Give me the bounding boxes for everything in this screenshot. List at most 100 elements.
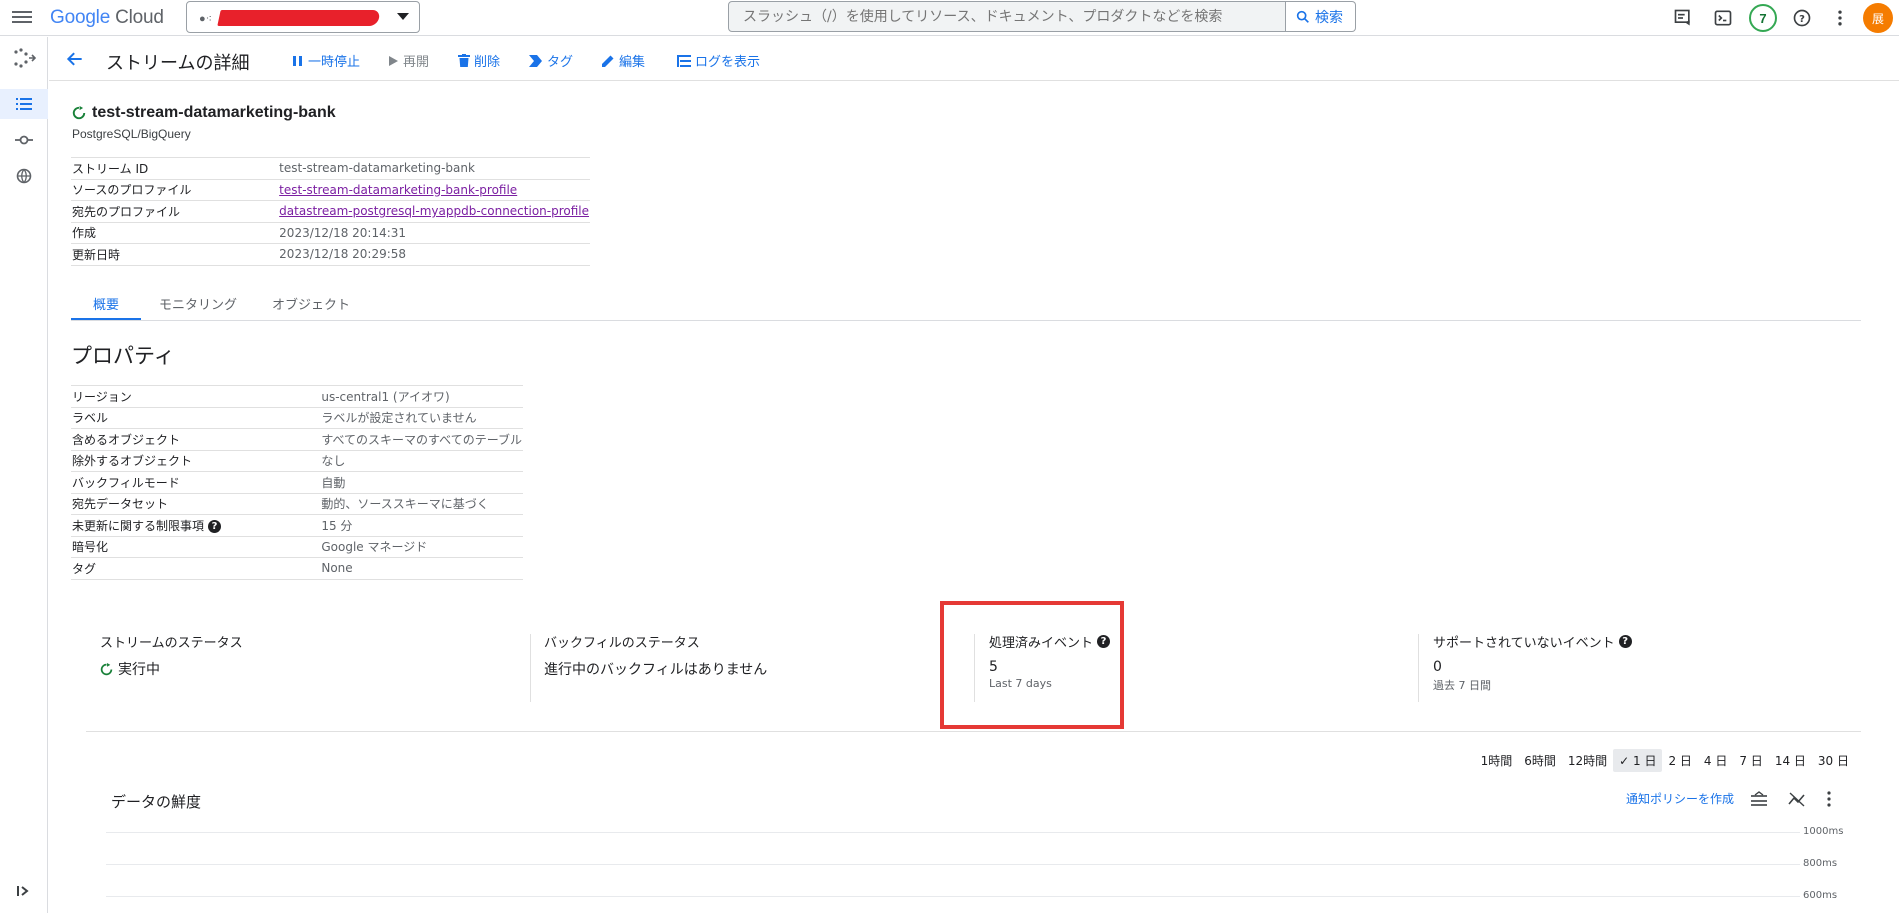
project-picker[interactable]: ●⁖ [186, 1, 420, 33]
range-6h[interactable]: 6時間 [1518, 749, 1562, 772]
view-logs-button-label: ログを表示 [695, 55, 761, 70]
range-14d[interactable]: 14 日 [1769, 749, 1812, 772]
pause-button[interactable]: 一時停止 [292, 51, 360, 70]
range-1d[interactable]: ✓ 1 日 [1613, 749, 1663, 772]
property-row: ラベル ラベルが設定されていません [71, 406, 523, 429]
more-vert-icon[interactable] [1828, 6, 1852, 30]
google-cloud-logo[interactable]: Google Cloud [50, 7, 164, 29]
card-label: バックフィルのステータス [544, 636, 700, 651]
help-icon[interactable]: ? [1790, 6, 1814, 30]
card-subtext: 過去 7 日間 [1433, 679, 1491, 692]
notifications-badge[interactable]: 7 [1749, 4, 1777, 32]
stream-status-card: ストリームのステータス 実行中 [100, 632, 243, 702]
property-key: 宛先データセット [71, 492, 321, 515]
properties-heading: プロパティ [71, 344, 175, 368]
resume-button-label: 再開 [403, 55, 430, 70]
range-2d[interactable]: 2 日 [1662, 749, 1697, 772]
back-arrow-icon[interactable] [65, 49, 85, 69]
project-icon: ●⁖ [199, 13, 213, 25]
tag-button[interactable]: タグ [529, 51, 573, 70]
pause-icon [293, 55, 302, 66]
range-7d[interactable]: 7 日 [1733, 749, 1768, 772]
properties-table: リージョン us-central1 (アイオワ) ラベル ラベルが設定されていません… [71, 385, 523, 580]
edit-button[interactable]: 編集 [601, 51, 645, 70]
range-12h[interactable]: 12時間 [1562, 749, 1613, 772]
property-key: ラベル [71, 406, 321, 429]
stream-details-table: ストリーム ID test-stream-datamarketing-bank ソ… [71, 157, 590, 266]
tab-bar: 概要 モニタリング オブジェクト [71, 290, 1861, 321]
datastream-product-icon[interactable] [0, 43, 48, 73]
y-tick-label: 600ms [1803, 890, 1838, 901]
range-1h[interactable]: 1時間 [1475, 749, 1519, 772]
search-field[interactable] [728, 1, 1286, 32]
property-key: 暗号化 [71, 535, 321, 558]
help-icon[interactable]: ? [1618, 635, 1632, 648]
legend-toggle-icon[interactable] [1750, 791, 1768, 807]
status-running-icon [72, 106, 86, 120]
chart-gridline [106, 832, 1800, 833]
avatar[interactable]: 展 [1863, 3, 1893, 33]
cloud-shell-icon[interactable] [1711, 6, 1735, 30]
status-running-icon [100, 662, 113, 675]
nav-streams-icon[interactable] [0, 89, 48, 119]
tag-icon [529, 54, 542, 67]
tag-button-label: タグ [547, 55, 574, 70]
freshness-chart-title: データの鮮度 [111, 793, 202, 811]
property-key: バックフィルモード [71, 471, 321, 493]
trash-icon [458, 54, 470, 67]
property-value: Google マネージド [320, 535, 523, 558]
property-value: 動的、ソーススキーマに基づく [320, 492, 523, 515]
property-key: 未更新に関する制限事項 [72, 518, 205, 533]
range-30d[interactable]: 30 日 [1812, 749, 1855, 772]
range-4d[interactable]: 4 日 [1698, 749, 1733, 772]
nav-private-connectivity-icon[interactable] [0, 161, 48, 191]
logs-icon [677, 54, 691, 67]
destination-profile-link[interactable]: datastream-postgresql-myappdb-connection… [279, 204, 589, 218]
main-menu-icon[interactable] [12, 8, 32, 28]
detail-key: ストリーム ID [71, 157, 279, 179]
property-value: us-central1 (アイオワ) [320, 385, 523, 407]
more-vert-icon[interactable] [1826, 791, 1832, 807]
expand-nav-icon[interactable] [0, 876, 48, 906]
detail-row: 宛先のプロファイル datastream-postgresql-myappdb-c… [71, 200, 590, 222]
stream-source-destination: PostgreSQL/BigQuery [72, 127, 191, 141]
detail-key: 宛先のプロファイル [71, 200, 279, 222]
stream-name-heading: test-stream-datamarketing-bank [72, 104, 336, 122]
chart-toolbar [1750, 791, 1832, 807]
chart-gridline [106, 864, 1800, 865]
logo-cloud: Cloud [115, 7, 164, 28]
nav-connection-profiles-icon[interactable] [0, 125, 48, 155]
left-nav-rail [0, 37, 48, 913]
tab-monitoring[interactable]: モニタリング [159, 294, 237, 313]
property-row: 未更新に関する制限事項? 15 分 [71, 514, 523, 536]
resume-button[interactable]: 再開 [387, 51, 429, 70]
search-input[interactable] [729, 2, 1285, 31]
tab-overview[interactable]: 概要 [93, 294, 119, 313]
help-icon[interactable]: ? [208, 519, 222, 533]
detail-value: 2023/12/18 20:14:31 [278, 221, 590, 244]
property-value: なし [320, 449, 523, 472]
property-value: 自動 [320, 471, 523, 493]
tab-objects[interactable]: オブジェクト [272, 294, 350, 313]
card-value: 進行中のバックフィルはありません [544, 662, 768, 678]
property-row: 除外するオブジェクト なし [71, 449, 523, 472]
source-profile-link[interactable]: test-stream-datamarketing-bank-profile [279, 183, 517, 197]
time-range-selector: 1時間 6時間 12時間 ✓ 1 日 2 日 4 日 7 日 14 日 30 日 [1475, 749, 1855, 772]
card-label: サポートされていないイベント [1433, 636, 1615, 651]
search-button-label: 検索 [1315, 9, 1343, 26]
view-logs-button[interactable]: ログを表示 [677, 51, 760, 70]
detail-row: ストリーム ID test-stream-datamarketing-bank [71, 157, 590, 179]
delete-button[interactable]: 削除 [458, 51, 500, 70]
detail-row: 更新日時 2023/12/18 20:29:58 [71, 243, 590, 266]
detail-row: ソースのプロファイル test-stream-datamarketing-bank… [71, 178, 590, 201]
page-title: ストリームの詳細 [106, 53, 250, 74]
search-icon [1296, 10, 1309, 23]
feedback-icon[interactable] [1671, 6, 1695, 30]
logo-google: Google [50, 7, 111, 28]
property-row: バックフィルモード 自動 [71, 471, 523, 493]
explore-chart-icon[interactable] [1788, 791, 1806, 807]
property-row: 宛先データセット 動的、ソーススキーマに基づく [71, 492, 523, 515]
search-button[interactable]: 検索 [1285, 1, 1356, 32]
property-row: 含めるオブジェクト すべてのスキーマのすべてのテーブル [71, 428, 523, 450]
create-alert-policy-link[interactable]: 通知ポリシーを作成 [1626, 790, 1734, 807]
